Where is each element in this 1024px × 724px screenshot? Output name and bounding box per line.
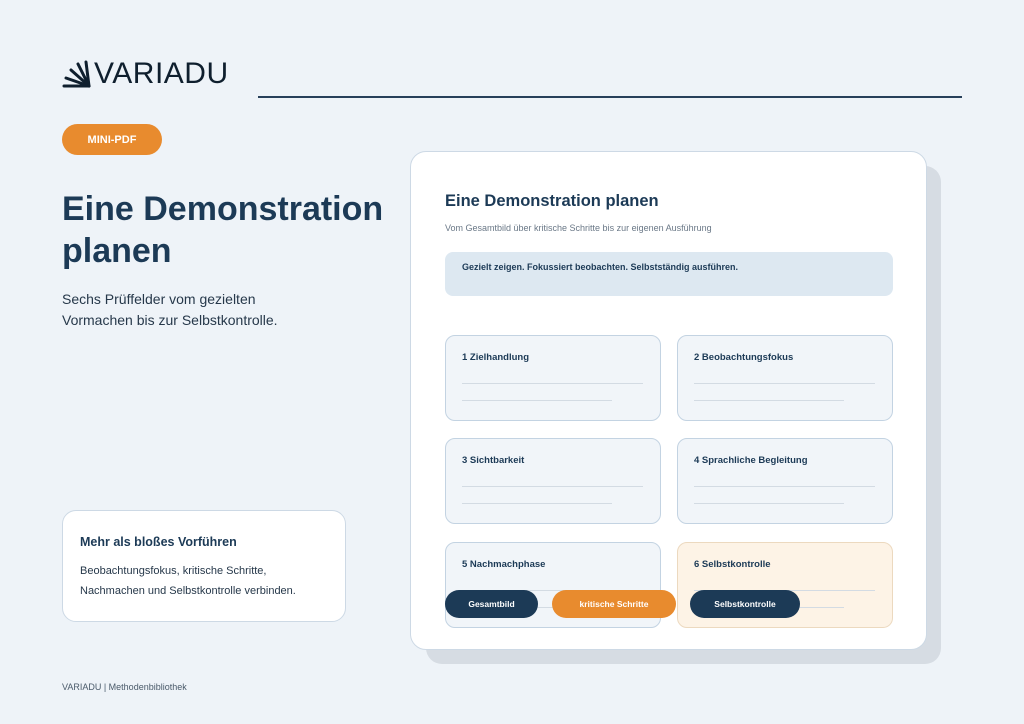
pill-selbstkontrolle[interactable]: Selbstkontrolle xyxy=(690,590,800,618)
pill-gesamtbild[interactable]: Gesamtbild xyxy=(445,590,538,618)
field-line xyxy=(462,503,612,504)
sunburst-logo-icon xyxy=(62,60,91,88)
field-line xyxy=(462,486,643,487)
footer-text: VARIADU | Methodenbibliothek xyxy=(62,682,187,692)
card-subtitle: Vom Gesamtbild über kritische Schritte b… xyxy=(445,223,712,233)
pill-kritische-schritte[interactable]: kritische Schritte xyxy=(552,590,676,618)
page-subtitle: Sechs Prüffelder vom gezielten Vormachen… xyxy=(62,291,278,328)
field-line xyxy=(462,383,643,384)
field-line xyxy=(694,486,875,487)
preview-card: Eine Demonstration planen Vom Gesamtbild… xyxy=(410,151,927,650)
logo-wordmark: VARIADU xyxy=(94,57,229,90)
field-label: 1 Zielhandlung xyxy=(462,352,530,363)
field-label: 3 Sichtbarkeit xyxy=(462,455,525,466)
field-label: 4 Sprachliche Begleitung xyxy=(694,455,808,466)
page-title: Eine Demonstration planen xyxy=(62,190,384,270)
field-zielhandlung: 1 Zielhandlung xyxy=(445,335,661,421)
field-label: 2 Beobachtungsfokus xyxy=(694,352,794,363)
info-box: Mehr als bloßes Vorführen Beobachtungsfo… xyxy=(62,510,346,622)
field-line xyxy=(694,503,844,504)
field-line xyxy=(694,400,844,401)
brand-logo: VARIADU xyxy=(62,58,229,90)
card-title: Eine Demonstration planen xyxy=(445,192,659,210)
field-sprachliche-begleitung: 4 Sprachliche Begleitung xyxy=(677,438,893,524)
field-line xyxy=(694,383,875,384)
field-label: 6 Selbstkontrolle xyxy=(694,559,771,570)
field-sichtbarkeit: 3 Sichtbarkeit xyxy=(445,438,661,524)
header-divider xyxy=(258,96,962,98)
field-line xyxy=(462,400,612,401)
info-box-text: Beobachtungsfokus, kritische Schritte, N… xyxy=(80,565,296,597)
field-label: 5 Nachmachphase xyxy=(462,559,546,570)
field-beobachtungsfokus: 2 Beobachtungsfokus xyxy=(677,335,893,421)
category-badge: MINI-PDF xyxy=(62,124,162,155)
highlight-banner: Gezielt zeigen. Fokussiert beobachten. S… xyxy=(445,252,893,296)
info-box-title: Mehr als bloßes Vorführen xyxy=(80,535,237,549)
